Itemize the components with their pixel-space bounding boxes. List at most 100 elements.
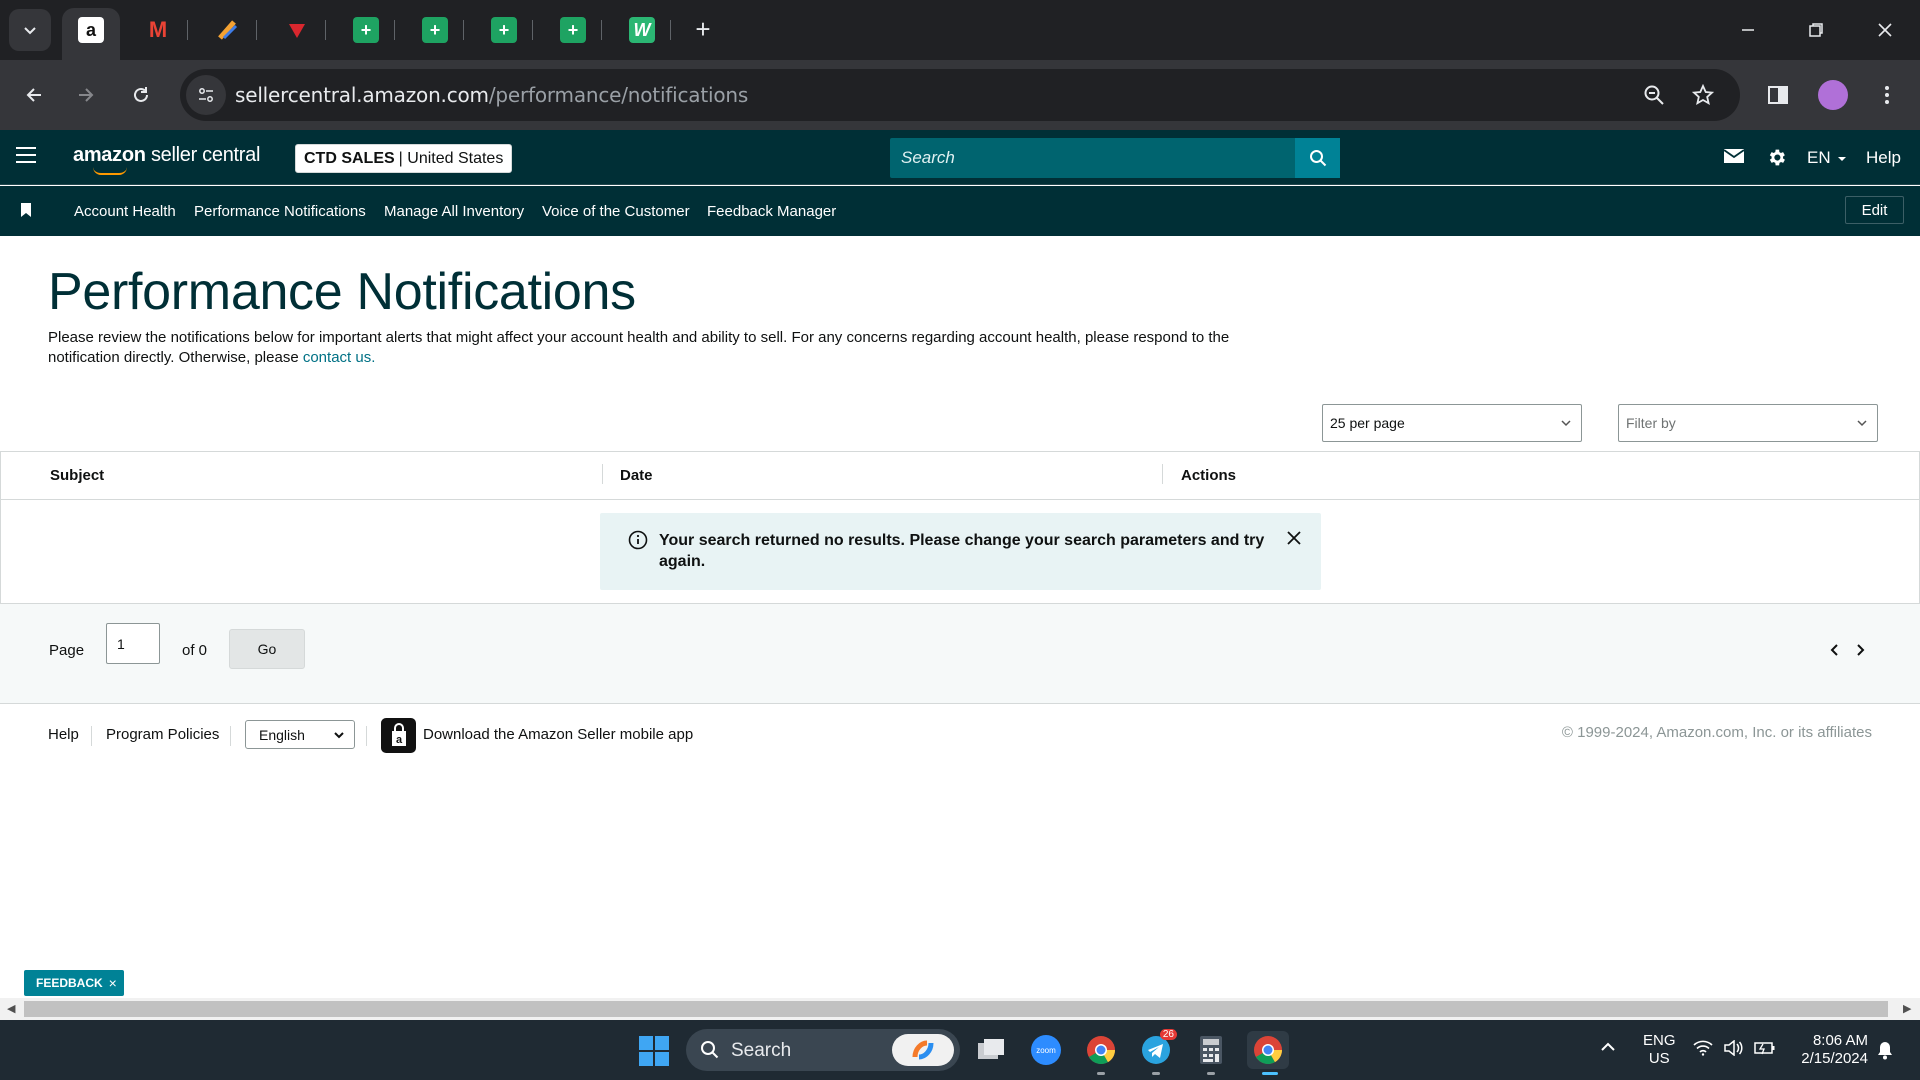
sheets-icon[interactable]: + xyxy=(491,17,517,43)
profile-avatar[interactable] xyxy=(1816,78,1850,112)
browser-toolbar: sellercentral.amazon.com/performance/not… xyxy=(0,60,1920,130)
calculator-icon[interactable] xyxy=(1192,1031,1230,1075)
seller-central-header: amazon seller central CTD SALES | United … xyxy=(0,130,1920,185)
browser-menu-icon[interactable] xyxy=(1870,78,1904,112)
task-view-icon[interactable] xyxy=(972,1031,1010,1069)
windows-start-icon[interactable] xyxy=(639,1036,669,1066)
telegram-icon[interactable]: 26 xyxy=(1137,1029,1177,1075)
nav-item-voice-of-the-customer[interactable]: Voice of the Customer xyxy=(542,203,690,220)
w-app-icon[interactable]: W xyxy=(629,17,655,43)
page-label: Page xyxy=(49,642,85,659)
filter-by-select[interactable]: Filter by xyxy=(1618,404,1878,442)
show-hidden-icons-chevron-icon[interactable] xyxy=(1600,1039,1616,1057)
page-footer: Help Program Policies English a Download… xyxy=(0,704,1920,774)
nav-item-manage-all-inventory[interactable]: Manage All Inventory xyxy=(384,203,524,220)
battery-icon[interactable] xyxy=(1754,1041,1776,1060)
system-clock[interactable]: 8:06 AM 2/15/2024 xyxy=(1792,1032,1868,1068)
url-text[interactable]: sellercentral.amazon.com/performance/not… xyxy=(235,83,748,107)
nav-item-performance-notifications[interactable]: Performance Notifications xyxy=(194,203,366,220)
feedback-button[interactable]: FEEDBACK × xyxy=(24,970,124,996)
alert-message: Your search returned no results. Please … xyxy=(659,532,1265,570)
zoom-icon[interactable] xyxy=(1640,81,1668,109)
settings-gear-icon[interactable] xyxy=(1766,147,1787,168)
svg-text:a: a xyxy=(395,734,402,746)
footer-program-policies-link[interactable]: Program Policies xyxy=(106,726,219,743)
bookmark-star-icon[interactable] xyxy=(1689,81,1717,109)
per-page-select[interactable]: 25 per page xyxy=(1322,404,1582,442)
zoom-app-icon[interactable]: zoom xyxy=(1027,1031,1065,1069)
search-icon xyxy=(701,1041,719,1059)
scroll-right-arrow-icon: ▶ xyxy=(1903,1003,1912,1015)
chrome-icon[interactable] xyxy=(1082,1031,1120,1075)
language-selector[interactable]: EN xyxy=(1807,148,1847,168)
volume-icon[interactable] xyxy=(1723,1039,1743,1061)
tab-search-chevron-icon[interactable] xyxy=(9,9,51,51)
restore-icon[interactable] xyxy=(1793,12,1839,48)
new-tab-button[interactable]: + xyxy=(688,14,718,44)
go-button[interactable]: Go xyxy=(229,629,305,669)
chevron-left-icon[interactable] xyxy=(1829,643,1839,662)
column-header-date[interactable]: Date xyxy=(620,467,653,484)
gmail-icon[interactable]: M xyxy=(145,17,171,43)
nav-item-feedback-manager[interactable]: Feedback Manager xyxy=(707,203,836,220)
chevron-down-icon xyxy=(1561,420,1571,427)
no-results-alert: Your search returned no results. Please … xyxy=(600,513,1321,590)
seller-search-input[interactable] xyxy=(890,138,1295,178)
help-link[interactable]: Help xyxy=(1866,148,1901,168)
forward-arrow-icon[interactable] xyxy=(68,77,104,113)
table-header: Subject Date Actions xyxy=(1,452,1919,500)
input-language-indicator[interactable]: ENG US xyxy=(1643,1032,1676,1068)
chevron-down-icon xyxy=(334,732,344,739)
wifi-icon[interactable] xyxy=(1693,1040,1713,1061)
chrome-profile-icon[interactable] xyxy=(1247,1031,1289,1075)
hamburger-menu-icon[interactable] xyxy=(16,147,36,167)
sheets-icon[interactable]: + xyxy=(422,17,448,43)
page-title: Performance Notifications xyxy=(48,263,636,321)
chevron-down-icon xyxy=(1857,420,1867,427)
sheets-icon[interactable]: + xyxy=(353,17,379,43)
close-window-icon[interactable] xyxy=(1862,12,1908,48)
page-number-input[interactable] xyxy=(106,623,160,664)
scrollbar-thumb[interactable] xyxy=(24,1001,1888,1017)
pencil-app-icon[interactable] xyxy=(215,17,241,43)
sheets-icon[interactable]: + xyxy=(560,17,586,43)
copilot-icon[interactable] xyxy=(892,1034,954,1066)
seller-search-box xyxy=(890,138,1340,178)
taskbar-search[interactable]: Search xyxy=(686,1029,960,1071)
mail-icon[interactable] xyxy=(1723,147,1745,165)
minimize-icon[interactable] xyxy=(1725,12,1771,48)
download-app-link[interactable]: Download the Amazon Seller mobile app xyxy=(423,726,693,743)
site-info-icon[interactable] xyxy=(186,75,226,115)
edit-bookmarks-button[interactable]: Edit xyxy=(1845,196,1904,224)
pagination-bar: Page of 0 Go xyxy=(0,604,1920,704)
browser-tab-bar: a M + + + + W + xyxy=(0,0,1920,60)
bookmark-nav-bar: Account Health Performance Notifications… xyxy=(0,186,1920,236)
bookmark-icon[interactable] xyxy=(21,203,31,222)
close-feedback-icon[interactable]: × xyxy=(109,975,117,991)
notifications-table: Subject Date Actions Your search returne… xyxy=(0,451,1920,604)
side-panel-icon[interactable] xyxy=(1761,78,1795,112)
page-total-label: of 0 xyxy=(182,642,208,659)
contact-us-link[interactable]: contact us. xyxy=(303,349,376,366)
search-icon[interactable] xyxy=(1295,138,1340,178)
close-icon[interactable] xyxy=(1287,531,1301,550)
amazon-app-icon[interactable]: a xyxy=(381,718,416,753)
footer-help-link[interactable]: Help xyxy=(48,726,79,743)
seller-central-logo[interactable]: amazon seller central xyxy=(73,144,260,175)
info-icon xyxy=(628,530,648,555)
red-badge-icon[interactable] xyxy=(284,17,310,43)
page-description: Please review the notifications below fo… xyxy=(48,329,1230,366)
address-bar[interactable]: sellercentral.amazon.com/performance/not… xyxy=(180,69,1740,121)
reload-icon[interactable] xyxy=(123,77,159,113)
notification-bell-icon[interactable] xyxy=(1876,1040,1894,1065)
footer-language-select[interactable]: English xyxy=(245,720,355,749)
horizontal-scrollbar[interactable]: ◀ ▶ xyxy=(0,998,1920,1020)
nav-item-account-health[interactable]: Account Health xyxy=(74,203,176,220)
account-switcher[interactable]: CTD SALES | United States xyxy=(295,144,513,173)
copyright-text: © 1999-2024, Amazon.com, Inc. or its aff… xyxy=(1561,724,1872,741)
amazon-icon[interactable]: a xyxy=(78,17,104,43)
notification-badge: 26 xyxy=(1159,1029,1177,1040)
chevron-right-icon[interactable] xyxy=(1856,643,1866,662)
column-header-subject[interactable]: Subject xyxy=(50,467,104,484)
back-arrow-icon[interactable] xyxy=(16,77,52,113)
